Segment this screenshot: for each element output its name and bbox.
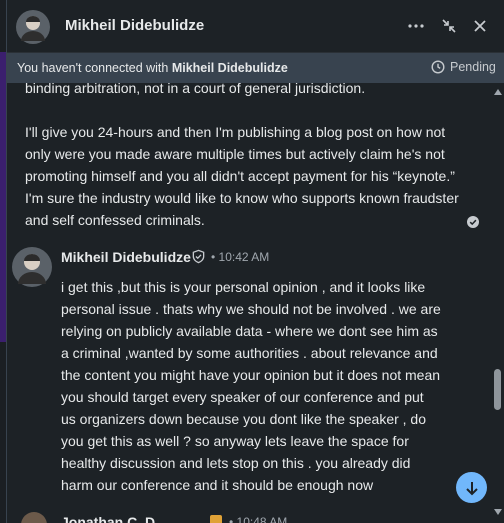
scrollbar-thumb[interactable] <box>494 369 501 410</box>
clock-icon <box>431 60 445 74</box>
sender-name[interactable]: Jonathan C. D... <box>61 514 167 523</box>
pending-status: Pending <box>431 60 496 74</box>
message-body-text: i get this ,but this is your personal op… <box>61 279 441 493</box>
previous-message-paragraph: I'll give you 24-hours and then I'm publ… <box>25 124 459 228</box>
check-icon <box>467 216 479 228</box>
minimize-icon <box>442 19 456 33</box>
conversation-title[interactable]: Mikheil Didebulidze <box>65 17 204 34</box>
conversation-header: Mikheil Didebulidze <box>7 0 504 53</box>
pending-label: Pending <box>450 60 496 74</box>
connection-notice-text: You haven't connected with Mikheil Dideb… <box>17 61 288 75</box>
notice-contact-name[interactable]: Mikheil Didebulidze <box>172 61 288 75</box>
previous-message-paragraph: binding arbitration, not in a court of g… <box>25 83 366 96</box>
premium-badge-icon <box>210 515 222 523</box>
arrow-down-icon <box>465 481 478 495</box>
sender-name[interactable]: Mikheil Didebulidze <box>61 249 191 265</box>
jump-to-latest-button[interactable] <box>456 472 487 503</box>
close-button[interactable] <box>468 14 492 38</box>
message-item: Jonathan C. D... • 10:48 AM <box>7 510 491 523</box>
shield-verified-icon <box>192 249 205 264</box>
message-timestamp: • 10:42 AM <box>211 250 270 264</box>
previous-message-body: binding arbitration, not in a court of g… <box>25 83 465 231</box>
message-window: Mikheil Didebulidze You haven't connecte… <box>6 0 504 523</box>
scroll-down-arrow[interactable] <box>494 509 502 515</box>
message-list[interactable]: binding arbitration, not in a court of g… <box>7 83 491 523</box>
more-options-button[interactable] <box>404 14 428 38</box>
more-icon <box>408 24 424 28</box>
message-body: i get this ,but this is your personal op… <box>61 276 441 496</box>
close-icon <box>474 20 486 32</box>
scrollbar[interactable] <box>491 83 504 523</box>
connection-notice: You haven't connected with Mikheil Dideb… <box>7 53 504 83</box>
message-timestamp: • 10:48 AM <box>229 515 288 523</box>
scroll-up-arrow[interactable] <box>494 89 502 95</box>
sender-avatar[interactable] <box>21 512 47 523</box>
minimize-button[interactable] <box>437 14 461 38</box>
contact-avatar[interactable] <box>16 10 50 44</box>
sender-avatar[interactable] <box>12 247 52 287</box>
